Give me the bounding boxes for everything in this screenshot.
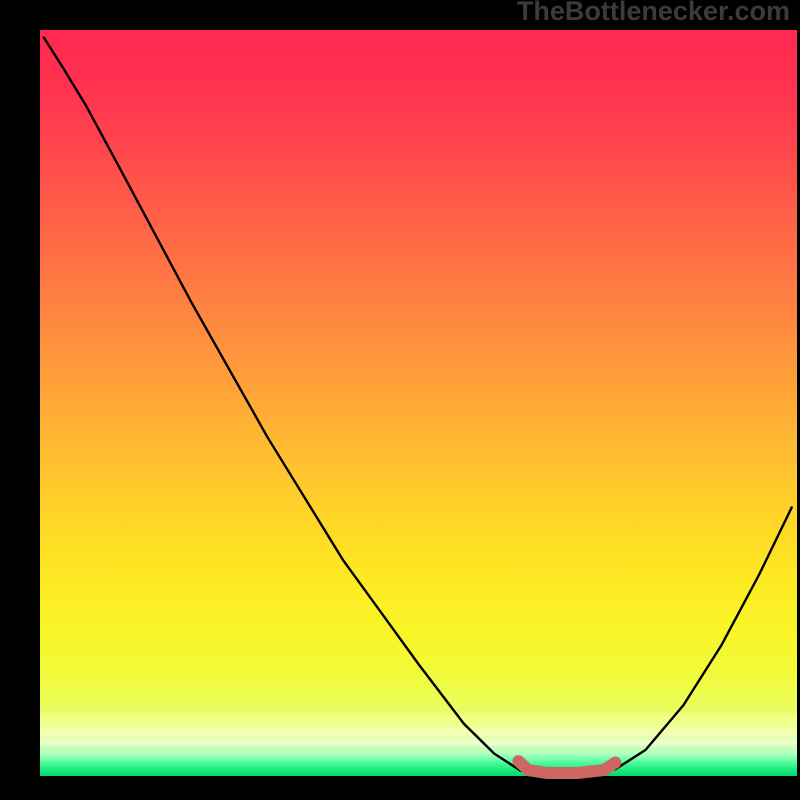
chart-container: TheBottlenecker.com (0, 0, 800, 800)
chart-svg (0, 0, 800, 800)
watermark-text: TheBottlenecker.com (517, 0, 790, 27)
